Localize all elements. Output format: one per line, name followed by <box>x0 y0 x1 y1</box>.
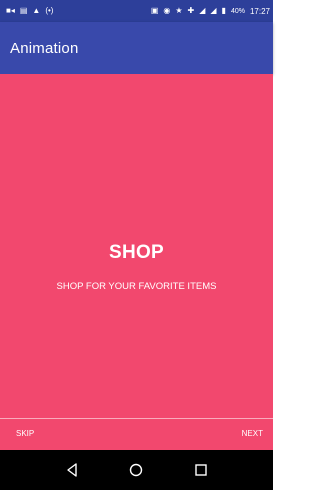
gamepad-icon: ◉ <box>163 6 171 15</box>
screen-cast-icon: ▣ <box>150 6 159 15</box>
skip-button[interactable]: SKIP <box>16 429 34 438</box>
battery-icon: ▮ <box>221 6 226 15</box>
home-button[interactable] <box>124 458 148 482</box>
star-icon: ★ <box>175 6 183 15</box>
back-icon <box>67 463 77 477</box>
signal-icon: ◢ <box>210 6 217 15</box>
app-bar: Animation <box>0 22 273 74</box>
app-title: Animation <box>10 39 79 57</box>
next-button[interactable]: NEXT <box>242 429 263 438</box>
status-bar-system: ▣ ◉ ★ ✚ ◢ ◢ ▮ 40% 17:27 <box>151 7 270 16</box>
status-bar-notifications: ■◂ ▤ ▲ (•) <box>6 7 53 15</box>
clock: 17:27 <box>249 6 270 16</box>
home-icon <box>130 463 143 477</box>
signal-icon: ◢ <box>199 6 206 15</box>
data-saver-icon: ✚ <box>187 6 195 15</box>
video-call-icon: ■◂ <box>6 6 15 15</box>
back-button[interactable] <box>60 458 84 482</box>
onboarding-footer: SKIP NEXT <box>0 419 273 450</box>
status-bar: ■◂ ▤ ▲ (•) ▣ ◉ ★ ✚ ◢ ◢ ▮ 40% 17:27 <box>0 0 273 22</box>
battery-percent: 40% <box>230 7 245 15</box>
navigation-bar <box>0 450 273 490</box>
recents-button[interactable] <box>189 458 213 482</box>
page-heading: SHOP <box>108 242 165 263</box>
broadcast-icon: (•) <box>45 6 54 15</box>
page-subheading: SHOP FOR YOUR FAVORITE ITEMS <box>56 281 217 292</box>
alert-icon: ▲ <box>32 6 41 15</box>
footer-divider <box>0 418 273 419</box>
onboarding-page[interactable]: SHOP SHOP FOR YOUR FAVORITE ITEMS <box>0 74 273 426</box>
recents-icon <box>195 464 207 476</box>
message-icon: ▤ <box>19 6 28 15</box>
